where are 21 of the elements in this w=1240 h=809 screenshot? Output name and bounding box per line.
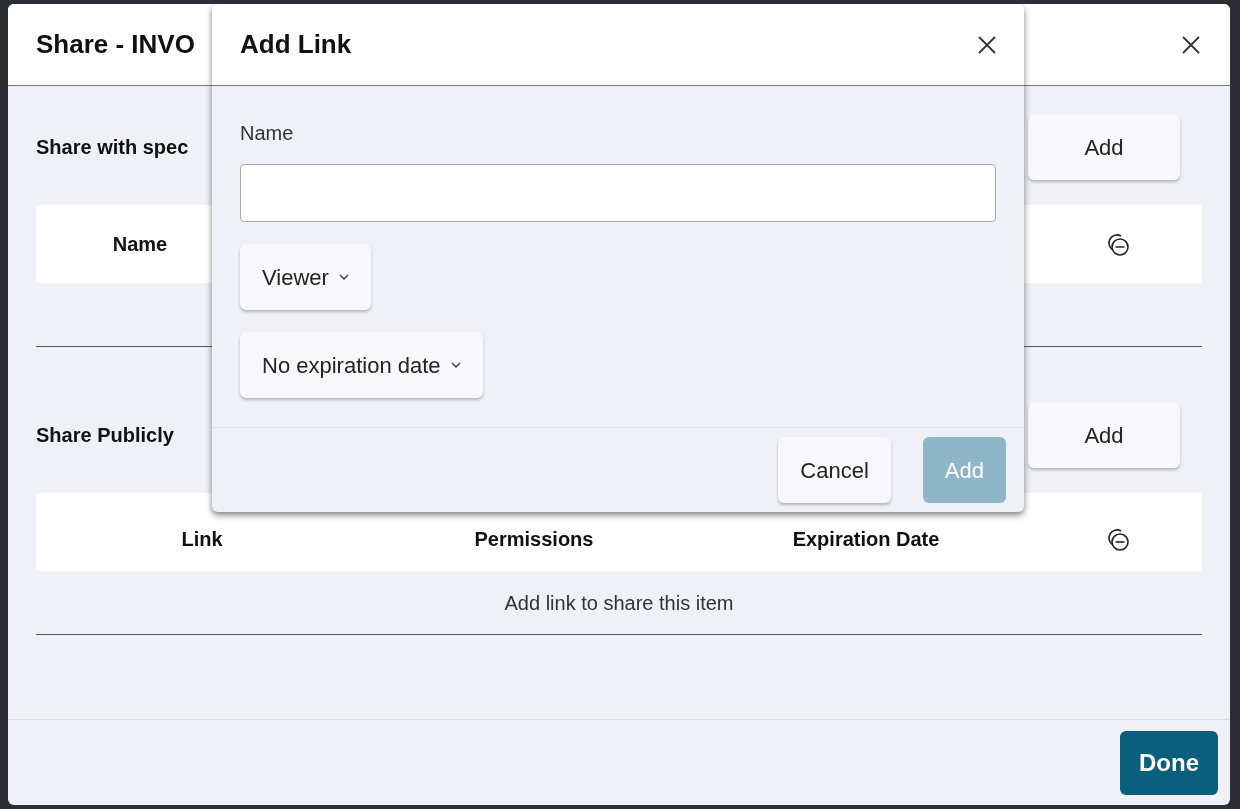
dropdown-button[interactable]: No expiration date — [240, 332, 483, 398]
name-input-field[interactable] — [240, 164, 996, 222]
add-button[interactable]: Add — [1028, 114, 1180, 180]
dialog-title: Share - INVO — [36, 28, 195, 61]
column-header: Expiration Date — [791, 527, 941, 552]
field-label: Name — [240, 121, 295, 146]
caret-icon — [338, 274, 349, 280]
done-button[interactable]: Done — [1120, 730, 1218, 795]
section-heading: Share Publicly — [36, 423, 174, 448]
column-header: Link — [180, 527, 224, 552]
dropdown-button[interactable]: Viewer — [240, 244, 371, 310]
add-button[interactable]: Add — [1028, 402, 1180, 468]
cancel-button[interactable]: Cancel — [778, 437, 891, 503]
section-heading: Share with spec — [36, 135, 189, 160]
dialog-title: Add Link — [240, 28, 352, 61]
empty-message: Add link to share this item — [504, 590, 734, 616]
caret-icon — [450, 362, 461, 368]
close-icon[interactable] — [976, 33, 998, 56]
column-header: Name — [111, 232, 169, 257]
column-header: Permissions — [473, 527, 595, 552]
close-icon[interactable] — [1180, 33, 1202, 56]
